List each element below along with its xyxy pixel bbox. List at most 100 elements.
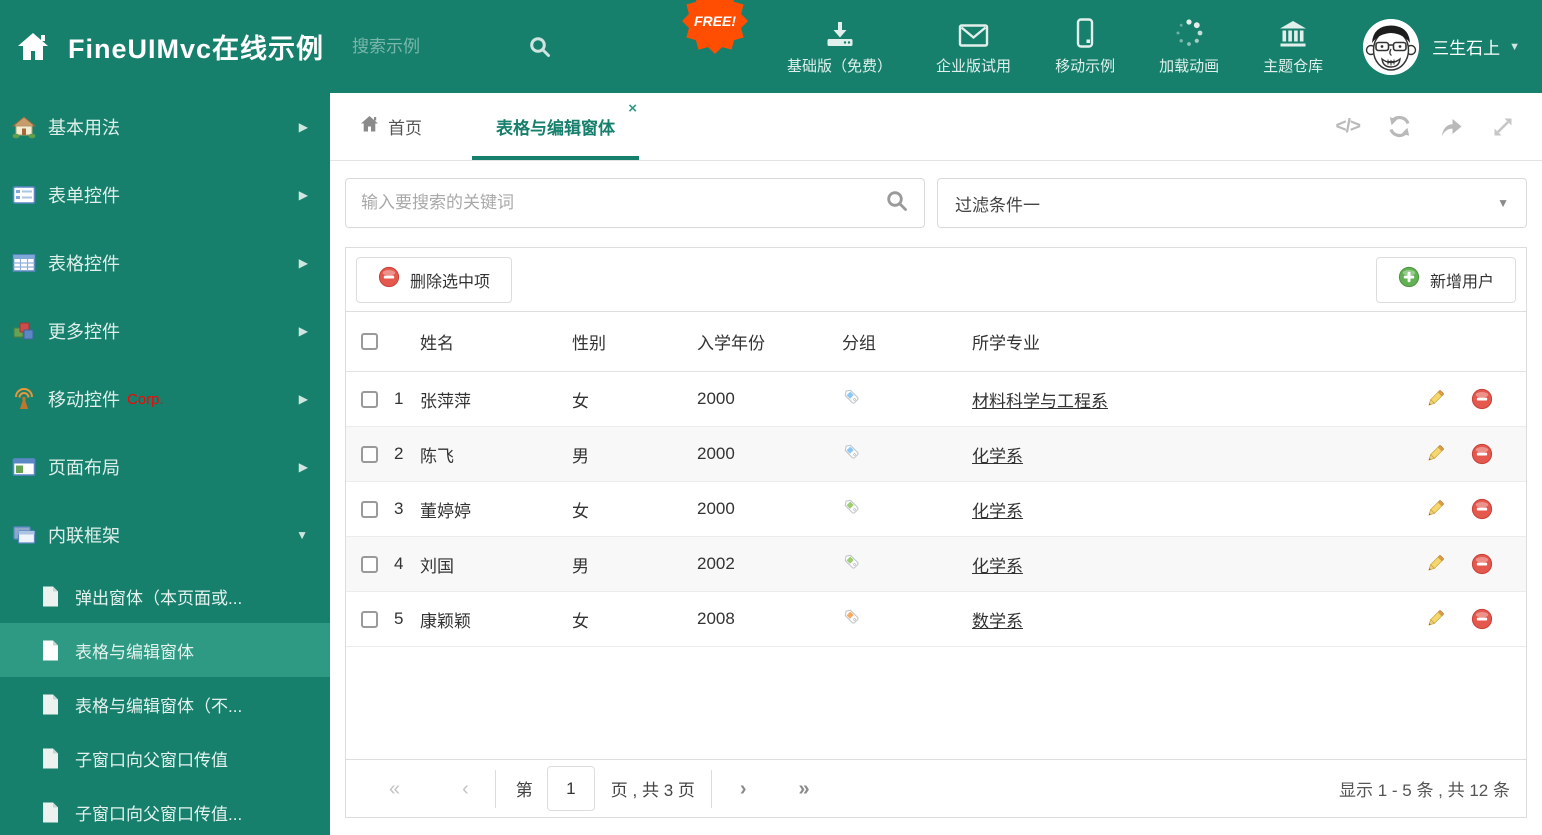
record-summary: 显示 1 - 5 条 , 共 12 条 [1339, 781, 1510, 800]
last-page-button[interactable]: » [799, 779, 810, 799]
sidebar-item-grid-controls[interactable]: 表格控件 ▶ [0, 229, 330, 297]
tab-bar: 首页 表格与编辑窗体 × </> [330, 93, 1542, 161]
home-icon[interactable] [16, 31, 50, 63]
edit-pencil-icon[interactable] [1424, 443, 1446, 465]
sidebar-subitem-grid-edit-window[interactable]: 表格与编辑窗体 [0, 623, 330, 677]
sidebar-item-form-controls[interactable]: 表单控件 ▶ [0, 161, 330, 229]
next-page-button[interactable]: › [740, 779, 747, 799]
sidebar-item-mobile-controls[interactable]: 移动控件 Corp. ▶ [0, 365, 330, 433]
search-icon[interactable] [528, 35, 552, 59]
frames-icon [12, 523, 36, 547]
cell-name: 刘国 [420, 556, 454, 576]
grid-toolbar: 删除选中项 新增用户 [346, 248, 1526, 312]
major-link[interactable]: 化学系 [972, 502, 1023, 521]
major-link[interactable]: 化学系 [972, 447, 1023, 466]
sidebar-item-label: 内联框架 [48, 526, 120, 546]
page-icon [42, 748, 59, 769]
select-all-checkbox[interactable] [361, 333, 378, 350]
nav-item-basic-edition[interactable]: 基础版（免费） [787, 18, 892, 76]
search-icon[interactable] [885, 189, 909, 218]
share-icon[interactable] [1439, 115, 1464, 139]
cell-year: 2000 [697, 444, 735, 463]
page-label-before: 第 [515, 781, 533, 800]
cell-gender: 女 [572, 611, 589, 631]
row-checkbox[interactable] [361, 445, 378, 463]
sidebar-item-label: 页面布局 [48, 458, 120, 478]
delete-row-icon[interactable] [1471, 553, 1493, 575]
filter-dropdown[interactable]: 过滤条件一 ▼ [937, 178, 1527, 228]
edit-pencil-icon[interactable] [1424, 388, 1446, 410]
major-link[interactable]: 数学系 [972, 612, 1023, 631]
chevron-right-icon: ▶ [298, 256, 308, 270]
delete-row-icon[interactable] [1471, 388, 1493, 410]
sidebar-subitem-label: 弹出窗体（本页面或... [75, 588, 243, 608]
sidebar-item-basic-usage[interactable]: 基本用法 ▶ [0, 93, 330, 161]
chevron-right-icon: ▶ [298, 460, 308, 474]
row-checkbox[interactable] [361, 555, 378, 573]
tab-grid-edit-window[interactable]: 表格与编辑窗体 × [472, 93, 639, 160]
page-number-input[interactable] [546, 766, 595, 811]
row-checkbox[interactable] [361, 390, 378, 408]
nav-label: 主题仓库 [1263, 57, 1324, 75]
grid-empty-area [346, 647, 1526, 759]
header-search-input[interactable] [352, 36, 503, 57]
nav-item-loading-animation[interactable]: 加载动画 [1159, 18, 1219, 76]
delete-row-icon[interactable] [1471, 443, 1493, 465]
row-checkbox[interactable] [361, 500, 378, 518]
table-row: 3 董婷婷 女 2000 化学系 [346, 482, 1526, 537]
major-link[interactable]: 化学系 [972, 557, 1023, 576]
first-page-button[interactable]: « [389, 779, 400, 799]
nav-item-enterprise-trial[interactable]: 企业版试用 [936, 18, 1011, 76]
edit-pencil-icon[interactable] [1424, 553, 1446, 575]
sidebar-subitem-label: 子窗口向父窗口传值... [75, 804, 243, 824]
sidebar-item-inline-frame[interactable]: 内联框架 ▼ [0, 501, 330, 569]
row-number: 5 [394, 609, 404, 628]
tab-home[interactable]: 首页 [360, 114, 422, 139]
close-icon[interactable]: × [628, 101, 637, 116]
sidebar-subitem-child-to-parent[interactable]: 子窗口向父窗口传值 [0, 731, 330, 785]
cell-gender: 男 [572, 556, 589, 576]
delete-row-icon[interactable] [1471, 608, 1493, 630]
sidebar-subitem-child-to-parent-2[interactable]: 子窗口向父窗口传值... [0, 785, 330, 835]
delete-row-icon[interactable] [1471, 498, 1493, 520]
header-nav: 基础版（免费） 企业版试用 移动示例 加载动画 主题仓库 [667, 17, 1323, 76]
sidebar-subitem-popup-window[interactable]: 弹出窗体（本页面或... [0, 569, 330, 623]
grid-panel: 删除选中项 新增用户 姓名 性别 入学年份 分组 所学专业 1 张萍萍 女 20… [345, 247, 1527, 818]
sidebar-subitem-label: 子窗口向父窗口传值 [75, 750, 228, 770]
major-link[interactable]: 材料科学与工程系 [972, 392, 1108, 411]
mail-icon [958, 18, 989, 48]
edit-pencil-icon[interactable] [1424, 608, 1446, 630]
expand-icon[interactable] [1491, 115, 1515, 139]
prev-page-button[interactable]: ‹ [462, 779, 469, 799]
row-checkbox[interactable] [361, 610, 378, 628]
nav-item-mobile-demo[interactable]: 移动示例 [1055, 17, 1115, 76]
page-label-after: 页 , 共 3 页 [610, 781, 695, 800]
antenna-icon [12, 387, 36, 411]
chevron-right-icon: ▶ [298, 120, 308, 134]
sidebar-item-page-layout[interactable]: 页面布局 ▶ [0, 433, 330, 501]
cell-gender: 女 [572, 501, 589, 521]
refresh-icon[interactable] [1387, 114, 1412, 139]
keyword-search-input[interactable] [361, 193, 885, 213]
sidebar-subitem-grid-edit-window-2[interactable]: 表格与编辑窗体（不... [0, 677, 330, 731]
table-row: 1 张萍萍 女 2000 材料科学与工程系 [346, 372, 1526, 427]
chevron-right-icon: ▶ [298, 324, 308, 338]
nav-item-theme-store[interactable]: 主题仓库 [1263, 18, 1323, 76]
view-source-icon[interactable]: </> [1336, 116, 1362, 138]
edit-pencil-icon[interactable] [1424, 498, 1446, 520]
user-menu[interactable]: 三生石上 ▼ [1363, 18, 1520, 75]
cell-gender: 男 [572, 446, 589, 466]
username: 三生石上 [1432, 39, 1501, 58]
main-content: 首页 表格与编辑窗体 × </> 输入要搜索的关键词 过滤条件一 ▼ 删除选中项… [330, 93, 1542, 835]
tag-icon [842, 552, 972, 577]
column-header-major: 所学专业 [972, 334, 1040, 353]
sidebar-item-more-controls[interactable]: 更多控件 ▶ [0, 297, 330, 365]
sidebar-item-label: 移动控件 [48, 390, 120, 410]
table-row: 5 康颖颖 女 2008 数学系 [346, 592, 1526, 647]
spinner-icon [1174, 18, 1204, 48]
row-number: 4 [394, 554, 404, 573]
delete-selected-button[interactable]: 删除选中项 [356, 256, 513, 303]
minus-circle-icon [378, 266, 400, 293]
column-header-name: 姓名 [420, 334, 454, 353]
add-user-button[interactable]: 新增用户 [1375, 256, 1516, 303]
